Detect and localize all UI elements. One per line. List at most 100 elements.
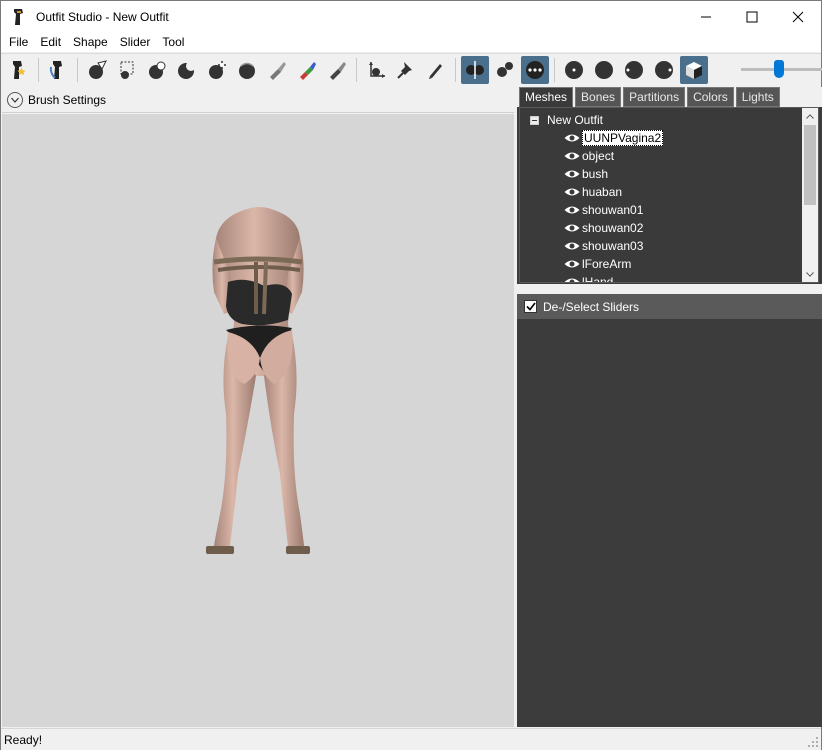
tree-item[interactable]: shouwan02 [564,219,663,237]
eye-icon[interactable] [564,277,580,283]
smooth-tool-button[interactable] [233,56,261,84]
brush-settings-header[interactable]: Brush Settings [2,87,514,113]
view-front-button[interactable] [560,56,588,84]
tab-colors[interactable]: Colors [687,87,734,107]
eye-icon[interactable] [564,259,580,269]
brush-settings-label: Brush Settings [28,92,107,107]
menu-tool[interactable]: Tool [156,35,190,49]
tab-partitions[interactable]: Partitions [623,87,686,107]
inflate-tool-button[interactable] [143,56,171,84]
eye-icon[interactable] [564,205,580,215]
tree-item-label: bush [582,167,609,181]
app-icon [14,8,23,25]
transform-tool-button[interactable] [362,56,390,84]
expand-icon[interactable] [7,91,23,108]
eye-icon[interactable] [564,241,580,251]
maximize-button[interactable] [729,1,775,32]
checkmark-icon [525,302,536,311]
x-mirror-icon [466,61,484,79]
select-sliders-checkbox[interactable] [524,300,537,313]
connected-only-toggle-button[interactable] [491,56,519,84]
tab-bones[interactable]: Bones [575,87,622,107]
alpha-paint-icon [330,62,346,80]
weight-paint-tool-button[interactable] [263,56,291,84]
chevron-up-icon [806,113,814,119]
mask-tool-button[interactable] [113,56,141,84]
pencil-icon [429,64,442,79]
panel-splitter-horizontal[interactable] [517,284,822,294]
menu-bar: File Edit Shape Slider Tool [1,32,821,52]
eye-icon[interactable] [564,187,580,197]
view-right-button[interactable] [650,56,678,84]
xmirror-toggle-button[interactable] [461,56,489,84]
app-window: Outfit Studio - New Outfit File Edit Sha… [0,0,822,750]
back-view-icon [595,61,613,79]
window-title: Outfit Studio - New Outfit [36,9,169,24]
cube-icon [686,62,702,79]
right-panel: Meshes Bones Partitions Colors Lights Ne… [517,87,822,727]
color-paint-icon [300,62,316,80]
menu-file[interactable]: File [3,35,34,49]
tree-item-label: huaban [582,185,623,199]
tree-item[interactable]: bush [564,165,663,183]
view-left-button[interactable] [620,56,648,84]
brush-size-slider-thumb[interactable] [774,60,784,78]
model-figure [206,207,310,554]
reference-icon [49,61,62,79]
tree-item-label: UUNPVagina2 [582,130,664,146]
load-reference-button[interactable] [44,56,72,84]
move-brush-icon [209,61,226,79]
pivot-tool-button[interactable] [392,56,420,84]
inflate-brush-icon [149,61,166,79]
eye-icon[interactable] [564,133,580,143]
view-back-button[interactable] [590,56,618,84]
menu-slider[interactable]: Slider [114,35,157,49]
tree-item-label: shouwan02 [582,221,644,235]
menu-edit[interactable]: Edit [34,35,67,49]
window-controls [683,1,821,32]
tab-meshes[interactable]: Meshes [519,87,574,107]
tree-item[interactable]: shouwan01 [564,201,663,219]
perspective-toggle-button[interactable] [680,56,708,84]
smooth-brush-icon [239,62,255,79]
tree-item-label: shouwan01 [582,203,644,217]
panel-tabs: Meshes Bones Partitions Colors Lights [517,87,822,107]
scroll-up-button[interactable] [802,108,818,124]
tree-item[interactable]: UUNPVagina2 [564,129,664,147]
tree-item[interactable]: object [564,147,663,165]
tree-root[interactable]: New Outfit [530,111,603,129]
scrollbar-thumb[interactable] [804,125,816,205]
close-button[interactable] [775,1,821,32]
color-paint-tool-button[interactable] [293,56,321,84]
eye-icon[interactable] [564,223,580,233]
tree-root-label: New Outfit [547,113,604,127]
vertex-edit-tool-button[interactable] [422,56,450,84]
menu-shape[interactable]: Shape [67,35,114,49]
eye-icon[interactable] [564,169,580,179]
3d-viewport[interactable] [2,114,514,727]
alpha-paint-tool-button[interactable] [323,56,351,84]
scroll-down-button[interactable] [802,266,818,282]
deflate-tool-button[interactable] [173,56,201,84]
status-bar: Ready! [1,728,821,750]
select-tool-button[interactable] [83,56,111,84]
tree-scrollbar[interactable] [802,108,818,282]
tab-lights[interactable]: Lights [735,87,780,107]
global-brush-icon [526,61,544,79]
front-view-icon [565,61,583,79]
minimize-button[interactable] [683,1,729,32]
tree-item[interactable]: shouwan03 [564,237,663,255]
mesh-tree: New Outfit UUNPVagina2 object bush huaba… [519,107,819,283]
tree-item[interactable]: lHand [564,273,663,283]
move-tool-button[interactable] [203,56,231,84]
eye-icon[interactable] [564,151,580,161]
close-icon [792,11,804,22]
tree-item-label: object [582,149,615,163]
new-project-button[interactable] [5,56,33,84]
pin-icon [397,62,412,79]
tree-item[interactable]: lForeArm [564,255,663,273]
collapse-icon[interactable] [530,115,539,125]
resize-grip-icon[interactable] [807,736,819,748]
global-brush-toggle-button[interactable] [521,56,549,84]
tree-item[interactable]: huaban [564,183,663,201]
